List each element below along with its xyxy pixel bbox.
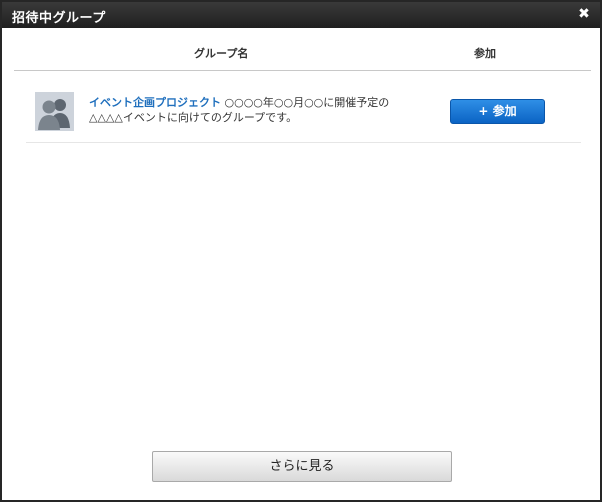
column-header-join: 参加 bbox=[474, 47, 496, 60]
see-more-button[interactable]: さらに見る bbox=[152, 451, 452, 482]
group-description: イベント企画プロジェクト ○○○○年○○月○○に開催予定の△△△△イベントに向け… bbox=[89, 95, 409, 125]
close-icon[interactable]: ✖ bbox=[576, 5, 592, 23]
column-header-group-name: グループ名 bbox=[194, 47, 249, 60]
dialog-title: 招待中グループ bbox=[12, 11, 106, 26]
dialog-titlebar: 招待中グループ ✖ bbox=[2, 2, 600, 28]
group-name-link[interactable]: イベント企画プロジェクト bbox=[89, 96, 221, 109]
table-row: イベント企画プロジェクト ○○○○年○○月○○に開催予定の△△△△イベントに向け… bbox=[26, 82, 581, 143]
join-group-button[interactable]: + 参加 bbox=[450, 99, 545, 124]
invited-groups-dialog: 招待中グループ ✖ グループ名 参加 イベント企画プロジェクト ○○○○年○○月… bbox=[0, 0, 602, 502]
group-avatar-icon bbox=[35, 92, 74, 131]
table-header: グループ名 参加 bbox=[14, 28, 591, 71]
